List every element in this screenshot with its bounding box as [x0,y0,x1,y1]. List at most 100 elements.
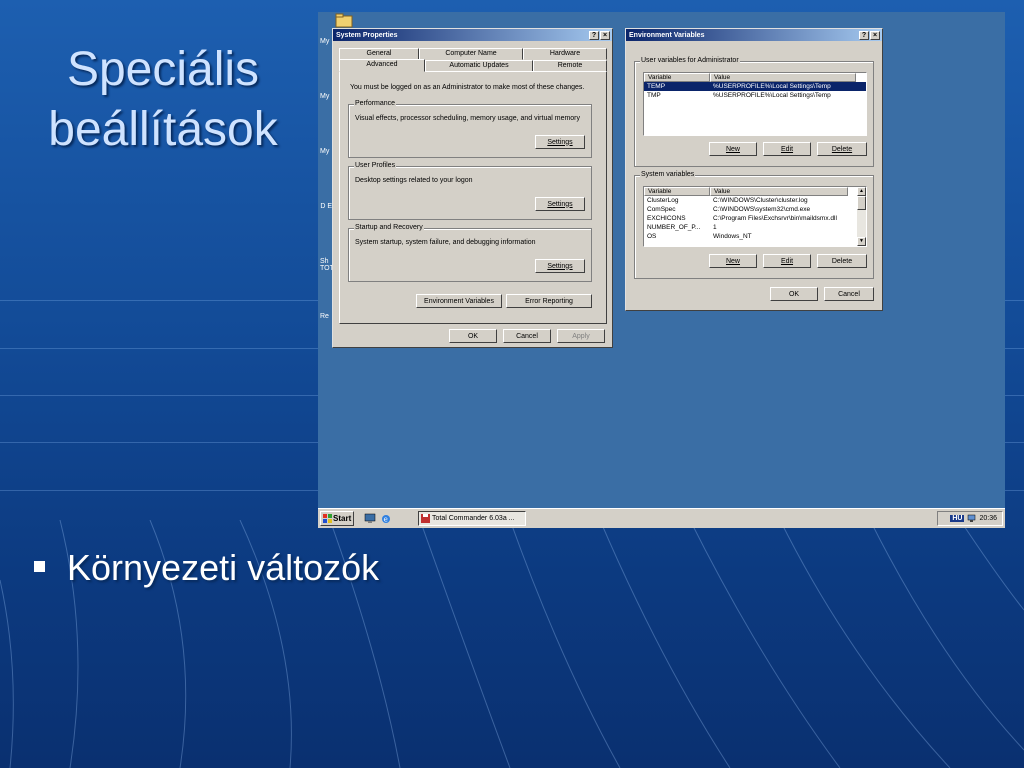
system-properties-titlebar[interactable]: System Properties ? × [333,29,612,41]
environment-variables-window: Environment Variables ? × User variables… [625,28,883,311]
variable-name: OS [647,233,657,240]
user-profiles-settings-button[interactable]: Settings [535,197,585,211]
windows-logo-icon [323,514,332,523]
environment-variables-button[interactable]: Environment Variables [416,294,502,308]
variable-value: Windows_NT [713,233,752,240]
title-line-1: Speciális [66,43,260,96]
startup-recovery-settings-label: Settings [547,262,573,270]
quick-launch-ie-icon[interactable]: e [380,513,392,524]
apply-button[interactable]: Apply [557,329,605,343]
variable-value: 1 [713,224,717,231]
desktop-icon-label[interactable]: D E [320,203,332,210]
edit-label: Edit [780,145,794,153]
window-title: System Properties [336,31,398,39]
close-icon[interactable]: × [600,30,610,40]
system-edit-button[interactable]: Edit [763,254,811,268]
user-variables-list[interactable]: Variable Value TEMP %USERPROFILE%\Local … [643,72,867,136]
user-new-button[interactable]: New [709,142,757,156]
startup-recovery-group: Startup and Recovery System startup, sys… [348,224,592,282]
desktop-folder-icon[interactable] [334,12,354,28]
startup-recovery-label: Startup and Recovery [354,224,424,231]
scroll-up-icon[interactable]: ▲ [857,187,866,196]
system-delete-button[interactable]: Delete [817,254,867,268]
desktop-icon-label[interactable]: My [320,148,329,155]
tab-panel-advanced: You must be logged on as an Administrato… [339,71,607,324]
column-value[interactable]: Value [710,73,856,82]
network-icon[interactable] [967,514,976,523]
system-variables-label: System variables [640,171,696,178]
table-row[interactable]: TEMP %USERPROFILE%\Local Settings\Temp [644,82,866,91]
performance-settings-button[interactable]: Settings [535,135,585,149]
variable-name: TMP [647,92,661,99]
user-edit-button[interactable]: Edit [763,142,811,156]
vertical-scrollbar[interactable]: ▲ ▼ [857,187,866,246]
admin-note: You must be logged on as an Administrato… [350,84,585,91]
system-properties-window: System Properties ? × General Computer N… [332,28,613,348]
user-profiles-group: User Profiles Desktop settings related t… [348,162,592,220]
table-row[interactable]: TMP %USERPROFILE%\Local Settings\Temp [644,91,866,100]
system-variables-group: System variables Variable Value ClusterL… [634,171,874,279]
system-new-button[interactable]: New [709,254,757,268]
edit-label: Edit [780,257,794,265]
cancel-button[interactable]: Cancel [503,329,551,343]
svg-text:e: e [384,516,388,524]
desktop-screenshot: My My My D E Sh TOTA Re System Propertie… [318,12,1005,528]
desktop-icon-label[interactable]: My [320,93,329,100]
error-reporting-button[interactable]: Error Reporting [506,294,592,308]
clock: 20:36 [979,515,997,522]
startup-recovery-settings-button[interactable]: Settings [535,259,585,273]
title-line-2: beállítások [48,103,278,156]
variable-value: C:\WINDOWS\Cluster\cluster.log [713,197,808,204]
floppy-disk-icon [421,514,430,523]
variable-value: %USERPROFILE%\Local Settings\Temp [713,83,831,90]
performance-label: Performance [354,100,397,107]
tab-advanced[interactable]: Advanced [339,59,425,72]
variable-name: TEMP [647,83,666,90]
tab-computer-name[interactable]: Computer Name [419,48,523,60]
user-variables-label: User variables for Administrator [640,57,740,64]
table-row[interactable]: ClusterLog C:\WINDOWS\Cluster\cluster.log [644,196,866,205]
startup-recovery-desc: System startup, system failure, and debu… [355,239,536,246]
new-label: New [725,145,740,153]
performance-settings-label: Settings [547,138,573,146]
user-profiles-settings-label: Settings [547,200,573,208]
env-ok-button[interactable]: OK [770,287,818,301]
language-indicator[interactable]: HU [950,515,965,522]
bullet-square-icon [34,560,45,572]
delete-label: Delete [831,145,853,153]
list-header: Variable Value [644,187,866,196]
column-variable[interactable]: Variable [644,187,710,196]
variable-value: C:\WINDOWS\system32\cmd.exe [713,206,811,213]
help-icon[interactable]: ? [859,30,869,40]
table-row[interactable]: ComSpec C:\WINDOWS\system32\cmd.exe [644,205,866,214]
scroll-thumb[interactable] [857,196,866,210]
help-icon[interactable]: ? [589,30,599,40]
scroll-down-icon[interactable]: ▼ [857,237,866,246]
table-row[interactable]: NUMBER_OF_P... 1 [644,223,866,232]
user-delete-button[interactable]: Delete [817,142,867,156]
environment-variables-titlebar[interactable]: Environment Variables ? × [626,29,882,41]
quick-launch-desktop-icon[interactable] [364,513,376,524]
start-button[interactable]: Start [320,511,354,526]
table-row[interactable]: OS Windows_NT [644,232,866,241]
tab-hardware[interactable]: Hardware [523,48,607,60]
desktop-icon-label[interactable]: My [320,38,329,45]
system-variables-list[interactable]: Variable Value ClusterLog C:\WINDOWS\Clus… [643,186,867,247]
close-icon[interactable]: × [870,30,880,40]
table-row[interactable]: EXCHICONS C:\Program Files\Exchsrvr\bin\m… [644,214,866,223]
bullet-item: Környezeti változók [34,547,379,589]
column-value[interactable]: Value [710,187,848,196]
taskbar: Start e Total Commander 6.03a ... HU 20:… [318,508,1005,528]
user-profiles-label: User Profiles [354,162,397,169]
desktop-icon-label[interactable]: Re [320,313,329,320]
taskbar-button-total-commander[interactable]: Total Commander 6.03a ... [418,511,526,526]
env-cancel-button[interactable]: Cancel [824,287,874,301]
user-profiles-desc: Desktop settings related to your logon [355,177,473,184]
variable-name: EXCHICONS [647,215,686,222]
column-variable[interactable]: Variable [644,73,710,82]
system-tray: HU 20:36 [937,511,1003,526]
task-label: Total Commander 6.03a ... [432,515,515,522]
user-variables-group: User variables for Administrator Variabl… [634,57,874,167]
ok-button[interactable]: OK [449,329,497,343]
start-label: Start [333,514,352,523]
